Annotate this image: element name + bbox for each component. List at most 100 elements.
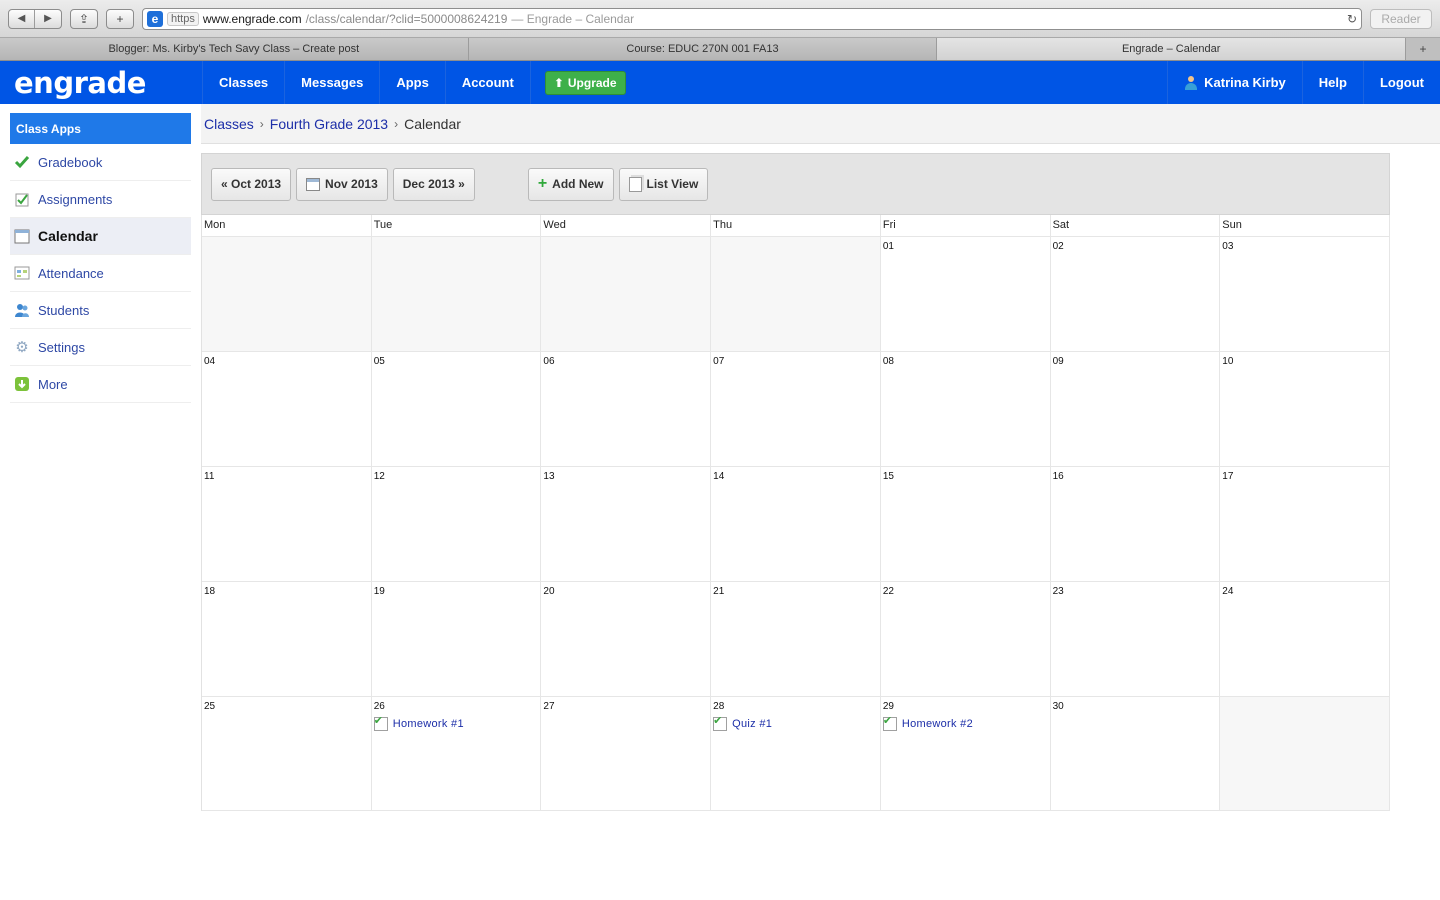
sidebar-item-assignments[interactable]: Assignments — [10, 181, 191, 218]
engrade-logo[interactable]: engrade — [0, 61, 202, 104]
calendar-day-cell[interactable]: 14 — [711, 467, 881, 581]
add-new-button[interactable]: + Add New — [527, 167, 614, 201]
attendance-icon — [14, 265, 30, 281]
calendar-event[interactable]: Homework #2 — [882, 714, 1048, 731]
back-forward-group: ◀ ▶ — [8, 8, 62, 29]
main-nav: Classes Messages Apps Account — [202, 61, 531, 104]
list-icon — [628, 176, 642, 192]
calendar-day-cell[interactable]: 29 Homework #2 — [880, 697, 1051, 811]
calendar-day-cell[interactable]: 05 — [372, 352, 542, 466]
back-icon[interactable]: ◀ — [9, 9, 35, 28]
sidebar-item-settings[interactable]: ⚙ Settings — [10, 329, 191, 366]
nav-help[interactable]: Help — [1301, 61, 1363, 104]
reader-button[interactable]: Reader — [1370, 8, 1432, 29]
weekday-header: Sat — [1051, 215, 1221, 236]
weekday-header: Tue — [372, 215, 542, 236]
calendar-day-cell[interactable]: 10 — [1220, 352, 1390, 466]
weekday-header: Mon — [202, 215, 372, 236]
calendar-empty-cell — [1220, 697, 1390, 811]
calendar-day-cell[interactable]: 04 — [202, 352, 372, 466]
address-bar[interactable]: e https www.engrade.com /class/calendar/… — [142, 7, 1362, 30]
calendar-day-cell[interactable]: 19 — [372, 582, 542, 696]
sidebar-item-attendance[interactable]: Attendance — [10, 255, 191, 292]
calendar-day-cell[interactable]: 09 — [1051, 352, 1221, 466]
user-menu[interactable]: Katrina Kirby — [1167, 61, 1302, 104]
calendar-day-cell[interactable]: 01 — [881, 237, 1051, 351]
sidebar-item-gradebook[interactable]: Gradebook — [10, 144, 191, 181]
calendar-day-cell[interactable]: 17 — [1220, 467, 1390, 581]
breadcrumb-classes[interactable]: Classes — [204, 116, 254, 132]
calendar-day-cell[interactable]: 06 — [541, 352, 712, 466]
calendar-day-cell[interactable]: 20 — [541, 582, 712, 696]
calendar-icon — [306, 177, 321, 191]
browser-tab-course[interactable]: Course: EDUC 270N 001 FA13 — [468, 38, 938, 60]
calendar-day-cell[interactable]: 25 — [202, 697, 372, 811]
calendar-day-cell[interactable]: 23 — [1051, 582, 1221, 696]
day-number: 16 — [1052, 471, 1064, 482]
event-label: Homework #2 — [901, 718, 974, 730]
day-number: 22 — [882, 586, 894, 597]
sidebar-item-label: Assignments — [38, 191, 113, 207]
browser-tab-bar: Blogger: Ms. Kirby's Tech Savy Class – C… — [0, 38, 1440, 61]
forward-icon[interactable]: ▶ — [35, 10, 61, 28]
url-path: /class/calendar/?clid=5000008624219 — [305, 11, 508, 26]
calendar-day-cell[interactable]: 30 — [1050, 697, 1221, 811]
calendar-day-cell[interactable]: 11 — [202, 467, 372, 581]
calendar-day-cell[interactable]: 07 — [711, 352, 881, 466]
calendar-grid: Mon Tue Wed Thu Fri Sat Sun 01 02 03 04 05 06… — [201, 215, 1390, 811]
calendar-empty-cell — [541, 237, 712, 351]
calendar-day-cell[interactable]: 13 — [541, 467, 712, 581]
calendar-week-row: 25 26 Homework #1 27 28 Quiz #1 29 Homework #2 3… — [202, 696, 1390, 811]
weekday-header-row: Mon Tue Wed Thu Fri Sat Sun — [202, 215, 1390, 236]
current-month-button[interactable]: Nov 2013 — [296, 167, 388, 201]
calendar-day-cell[interactable]: 08 — [881, 352, 1051, 466]
app-header: engrade Classes Messages Apps Account ⬆ … — [0, 61, 1440, 104]
sidebar-item-label: Settings — [38, 339, 85, 355]
calendar-day-cell[interactable]: 27 — [541, 697, 712, 811]
browser-tab-blogger[interactable]: Blogger: Ms. Kirby's Tech Savy Class – C… — [0, 38, 469, 60]
calendar-day-cell[interactable]: 21 — [711, 582, 881, 696]
day-number: 06 — [543, 356, 555, 367]
calendar-toolbar: « Oct 2013 Nov 2013 Dec 2013 » + Add New… — [201, 153, 1390, 215]
sidebar-item-more[interactable]: More — [10, 366, 191, 403]
calendar-day-cell[interactable]: 02 — [1051, 237, 1221, 351]
sidebar-item-calendar[interactable]: Calendar — [10, 218, 191, 255]
add-tab-icon[interactable]: + — [1406, 38, 1440, 60]
calendar-day-cell[interactable]: 16 — [1051, 467, 1221, 581]
nav-classes[interactable]: Classes — [203, 61, 286, 104]
calendar-day-cell[interactable]: 28 Quiz #1 — [711, 697, 881, 811]
browser-tab-engrade[interactable]: Engrade – Calendar — [937, 38, 1407, 60]
sidebar-item-students[interactable]: Students — [10, 292, 191, 329]
user-name: Katrina Kirby — [1204, 75, 1286, 90]
new-tab-icon[interactable]: + — [106, 8, 134, 29]
nav-logout[interactable]: Logout — [1362, 61, 1440, 104]
share-icon[interactable]: ⇪ — [70, 8, 98, 29]
reload-icon[interactable]: ↻ — [1347, 12, 1357, 26]
nav-account[interactable]: Account — [446, 61, 531, 104]
breadcrumb-class[interactable]: Fourth Grade 2013 — [270, 116, 388, 132]
calendar-day-cell[interactable]: 18 — [202, 582, 372, 696]
day-number: 19 — [373, 586, 385, 597]
prev-month-button[interactable]: « Oct 2013 — [211, 167, 292, 201]
calendar-day-cell[interactable]: 24 — [1220, 582, 1390, 696]
day-number: 01 — [882, 241, 894, 252]
calendar-event[interactable]: Quiz #1 — [713, 714, 878, 731]
upgrade-button[interactable]: ⬆ Upgrade — [544, 70, 626, 95]
calendar-week-row: 01 02 03 — [202, 236, 1390, 351]
user-icon — [1184, 75, 1198, 90]
day-number: 27 — [543, 701, 555, 712]
calendar-event[interactable]: Homework #1 — [373, 714, 539, 731]
day-number: 23 — [1052, 586, 1064, 597]
next-month-button[interactable]: Dec 2013 » — [392, 167, 475, 201]
sidebar-item-label: More — [38, 376, 68, 392]
chevron-right-icon: › — [259, 116, 264, 131]
calendar-day-cell[interactable]: 03 — [1220, 237, 1390, 351]
nav-messages[interactable]: Messages — [285, 61, 381, 104]
list-view-button[interactable]: List View — [618, 167, 709, 201]
calendar-day-cell[interactable]: 22 — [881, 582, 1051, 696]
check-icon — [14, 154, 30, 170]
nav-apps[interactable]: Apps — [380, 61, 446, 104]
calendar-day-cell[interactable]: 15 — [881, 467, 1051, 581]
calendar-day-cell[interactable]: 12 — [372, 467, 542, 581]
calendar-day-cell[interactable]: 26 Homework #1 — [371, 697, 542, 811]
